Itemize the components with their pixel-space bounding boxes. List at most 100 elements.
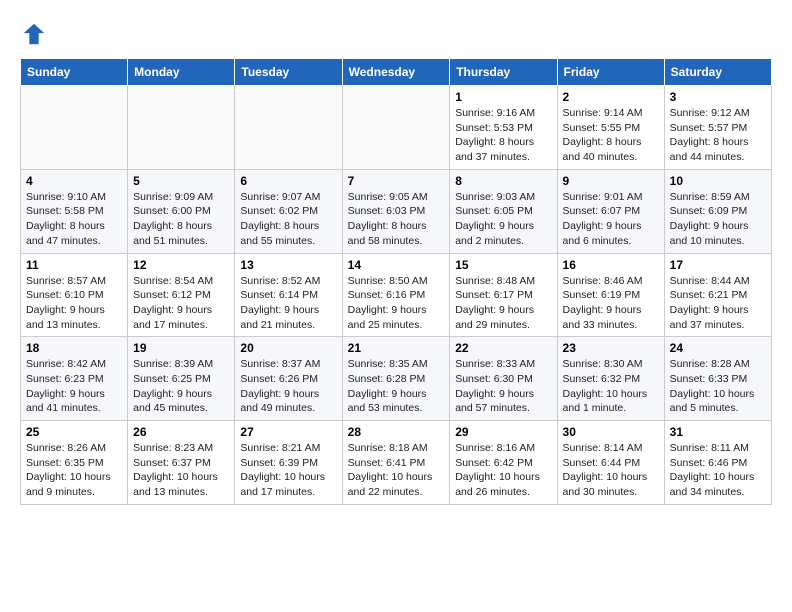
day-number: 12 [133,258,229,272]
day-number: 14 [348,258,445,272]
day-info: Sunrise: 9:03 AM Sunset: 6:05 PM Dayligh… [455,190,551,249]
calendar-cell: 19 Sunrise: 8:39 AM Sunset: 6:25 PM Dayli… [128,337,235,421]
day-number: 8 [455,174,551,188]
calendar-cell: 23 Sunrise: 8:30 AM Sunset: 6:32 PM Dayli… [557,337,664,421]
calendar-week-row: 4Sunrise: 9:10 AM Sunset: 5:58 PM Daylig… [21,169,772,253]
day-info: Sunrise: 8:14 AM Sunset: 6:44 PM Dayligh… [563,441,659,500]
calendar-week-row: 18 Sunrise: 8:42 AM Sunset: 6:23 PM Dayli… [21,337,772,421]
page-header [20,20,772,48]
calendar-cell: 17 Sunrise: 8:44 AM Sunset: 6:21 PM Dayli… [664,253,771,337]
calendar-cell: 8 Sunrise: 9:03 AM Sunset: 6:05 PM Daylig… [450,169,557,253]
day-number: 5 [133,174,229,188]
day-info: Sunrise: 8:44 AM Sunset: 6:21 PM Dayligh… [670,274,766,333]
calendar-cell: 14 Sunrise: 8:50 AM Sunset: 6:16 PM Dayli… [342,253,450,337]
day-info: Sunrise: 8:16 AM Sunset: 6:42 PM Dayligh… [455,441,551,500]
calendar-cell [235,86,342,170]
calendar-cell: 31 Sunrise: 8:11 AM Sunset: 6:46 PM Dayli… [664,421,771,505]
calendar-cell: 21 Sunrise: 8:35 AM Sunset: 6:28 PM Dayli… [342,337,450,421]
day-info: Sunrise: 8:48 AM Sunset: 6:17 PM Dayligh… [455,274,551,333]
calendar-cell: 29 Sunrise: 8:16 AM Sunset: 6:42 PM Dayli… [450,421,557,505]
calendar-cell: 9 Sunrise: 9:01 AM Sunset: 6:07 PM Daylig… [557,169,664,253]
calendar-cell: 11Sunrise: 8:57 AM Sunset: 6:10 PM Dayli… [21,253,128,337]
day-info: Sunrise: 8:46 AM Sunset: 6:19 PM Dayligh… [563,274,659,333]
calendar-cell: 1Sunrise: 9:16 AM Sunset: 5:53 PM Daylig… [450,86,557,170]
day-number: 16 [563,258,659,272]
day-number: 22 [455,341,551,355]
calendar-cell: 16 Sunrise: 8:46 AM Sunset: 6:19 PM Dayli… [557,253,664,337]
day-info: Sunrise: 8:33 AM Sunset: 6:30 PM Dayligh… [455,357,551,416]
day-info: Sunrise: 9:01 AM Sunset: 6:07 PM Dayligh… [563,190,659,249]
calendar-cell: 4Sunrise: 9:10 AM Sunset: 5:58 PM Daylig… [21,169,128,253]
day-info: Sunrise: 8:37 AM Sunset: 6:26 PM Dayligh… [240,357,336,416]
day-number: 9 [563,174,659,188]
day-info: Sunrise: 8:11 AM Sunset: 6:46 PM Dayligh… [670,441,766,500]
day-number: 23 [563,341,659,355]
calendar-cell: 7Sunrise: 9:05 AM Sunset: 6:03 PM Daylig… [342,169,450,253]
calendar-cell: 26 Sunrise: 8:23 AM Sunset: 6:37 PM Dayli… [128,421,235,505]
day-number: 6 [240,174,336,188]
day-number: 28 [348,425,445,439]
day-info: Sunrise: 8:54 AM Sunset: 6:12 PM Dayligh… [133,274,229,333]
day-info: Sunrise: 9:12 AM Sunset: 5:57 PM Dayligh… [670,106,766,165]
calendar-week-row: 11Sunrise: 8:57 AM Sunset: 6:10 PM Dayli… [21,253,772,337]
day-info: Sunrise: 9:10 AM Sunset: 5:58 PM Dayligh… [26,190,122,249]
day-info: Sunrise: 8:21 AM Sunset: 6:39 PM Dayligh… [240,441,336,500]
calendar-cell: 2 Sunrise: 9:14 AM Sunset: 5:55 PM Daylig… [557,86,664,170]
day-info: Sunrise: 8:18 AM Sunset: 6:41 PM Dayligh… [348,441,445,500]
day-number: 3 [670,90,766,104]
logo-icon [20,20,48,48]
col-header-saturday: Saturday [664,59,771,86]
calendar-cell: 28 Sunrise: 8:18 AM Sunset: 6:41 PM Dayli… [342,421,450,505]
day-number: 19 [133,341,229,355]
calendar-cell: 5 Sunrise: 9:09 AM Sunset: 6:00 PM Daylig… [128,169,235,253]
calendar-cell: 3 Sunrise: 9:12 AM Sunset: 5:57 PM Daylig… [664,86,771,170]
day-info: Sunrise: 8:28 AM Sunset: 6:33 PM Dayligh… [670,357,766,416]
day-info: Sunrise: 9:07 AM Sunset: 6:02 PM Dayligh… [240,190,336,249]
day-number: 27 [240,425,336,439]
col-header-thursday: Thursday [450,59,557,86]
day-number: 10 [670,174,766,188]
day-info: Sunrise: 9:14 AM Sunset: 5:55 PM Dayligh… [563,106,659,165]
day-info: Sunrise: 8:42 AM Sunset: 6:23 PM Dayligh… [26,357,122,416]
calendar-cell [128,86,235,170]
day-number: 15 [455,258,551,272]
col-header-sunday: Sunday [21,59,128,86]
logo [20,20,52,48]
day-number: 2 [563,90,659,104]
calendar-cell: 13Sunrise: 8:52 AM Sunset: 6:14 PM Dayli… [235,253,342,337]
day-number: 21 [348,341,445,355]
day-number: 26 [133,425,229,439]
calendar-cell: 25 Sunrise: 8:26 AM Sunset: 6:35 PM Dayli… [21,421,128,505]
col-header-friday: Friday [557,59,664,86]
day-number: 18 [26,341,122,355]
day-info: Sunrise: 8:23 AM Sunset: 6:37 PM Dayligh… [133,441,229,500]
calendar-week-row: 25 Sunrise: 8:26 AM Sunset: 6:35 PM Dayli… [21,421,772,505]
calendar-cell: 30Sunrise: 8:14 AM Sunset: 6:44 PM Dayli… [557,421,664,505]
day-info: Sunrise: 8:35 AM Sunset: 6:28 PM Dayligh… [348,357,445,416]
calendar-cell [342,86,450,170]
col-header-wednesday: Wednesday [342,59,450,86]
day-number: 24 [670,341,766,355]
day-number: 13 [240,258,336,272]
day-number: 25 [26,425,122,439]
day-info: Sunrise: 8:26 AM Sunset: 6:35 PM Dayligh… [26,441,122,500]
day-info: Sunrise: 9:16 AM Sunset: 5:53 PM Dayligh… [455,106,551,165]
day-number: 17 [670,258,766,272]
day-info: Sunrise: 8:30 AM Sunset: 6:32 PM Dayligh… [563,357,659,416]
col-header-monday: Monday [128,59,235,86]
calendar-cell: 15 Sunrise: 8:48 AM Sunset: 6:17 PM Dayli… [450,253,557,337]
calendar-cell: 18 Sunrise: 8:42 AM Sunset: 6:23 PM Dayli… [21,337,128,421]
day-number: 7 [348,174,445,188]
day-info: Sunrise: 8:39 AM Sunset: 6:25 PM Dayligh… [133,357,229,416]
calendar-cell: 27 Sunrise: 8:21 AM Sunset: 6:39 PM Dayli… [235,421,342,505]
day-number: 11 [26,258,122,272]
col-header-tuesday: Tuesday [235,59,342,86]
calendar-cell: 10Sunrise: 8:59 AM Sunset: 6:09 PM Dayli… [664,169,771,253]
calendar-header: SundayMondayTuesdayWednesdayThursdayFrid… [21,59,772,86]
calendar-table: SundayMondayTuesdayWednesdayThursdayFrid… [20,58,772,505]
day-number: 20 [240,341,336,355]
day-info: Sunrise: 9:09 AM Sunset: 6:00 PM Dayligh… [133,190,229,249]
day-number: 31 [670,425,766,439]
day-number: 29 [455,425,551,439]
day-info: Sunrise: 8:50 AM Sunset: 6:16 PM Dayligh… [348,274,445,333]
